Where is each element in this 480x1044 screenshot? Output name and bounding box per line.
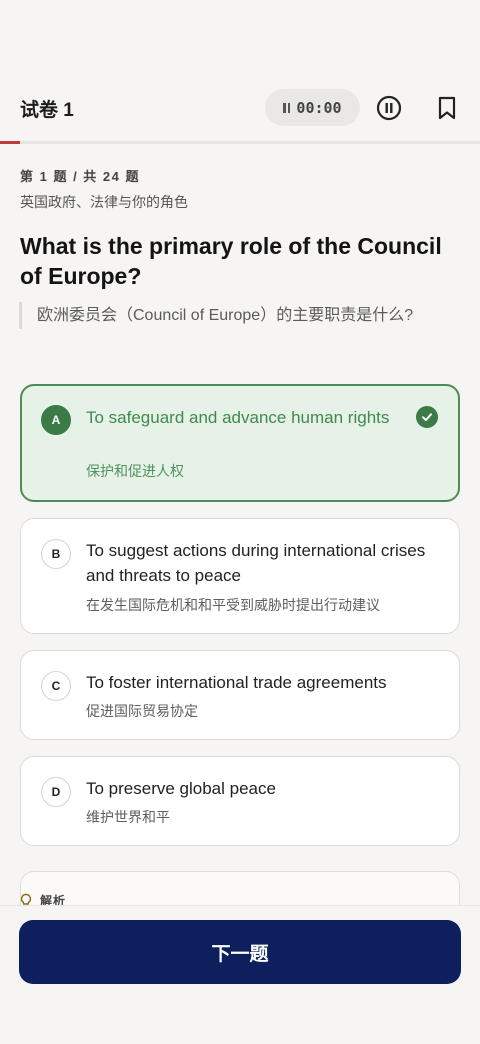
timer-pill[interactable]: 00:00 <box>265 89 360 126</box>
question-category: 英国政府、法律与你的角色 <box>20 194 188 210</box>
question-translation: 欧洲委员会（Council of Europe）的主要职责是什么? <box>19 302 459 329</box>
option-text: To safeguard and advance human rights <box>86 408 390 427</box>
option-translation: 在发生国际危机和和平受到威胁时提出行动建议 <box>86 597 380 613</box>
timer-pause-icon <box>283 102 291 113</box>
option-text: To foster international trade agreements <box>86 673 387 692</box>
exam-title: 试卷 1 <box>20 100 74 121</box>
check-icon <box>416 406 438 428</box>
option-a[interactable]: A To safeguard and advance human rights … <box>20 384 460 502</box>
bookmark-icon <box>438 96 456 120</box>
option-d[interactable]: D To preserve global peace 维护世界和平 <box>20 756 460 846</box>
option-text: To preserve global peace <box>86 779 276 798</box>
pause-button[interactable] <box>372 91 406 125</box>
option-letter: D <box>41 777 71 807</box>
option-translation: 保护和促进人权 <box>86 463 184 479</box>
question-text: What is the primary role of the Council … <box>20 233 442 289</box>
option-letter: B <box>41 539 71 569</box>
option-text: To suggest actions during international … <box>86 541 426 585</box>
progress-fill <box>0 141 21 144</box>
question-counter: 第 1 题 / 共 24 题 <box>20 169 140 184</box>
option-translation: 维护世界和平 <box>86 809 170 825</box>
timer-text: 00:00 <box>296 98 342 117</box>
option-letter: A <box>41 405 71 435</box>
option-c[interactable]: C To foster international trade agreemen… <box>20 650 460 740</box>
progress-bar <box>0 141 480 144</box>
option-b[interactable]: B To suggest actions during internationa… <box>20 518 460 634</box>
top-bar: 试卷 1 00:00 <box>0 0 480 144</box>
pause-circle-icon <box>376 95 402 121</box>
next-question-button[interactable]: 下一题 <box>19 920 461 984</box>
option-translation: 促进国际贸易协定 <box>86 703 198 719</box>
bookmark-button[interactable] <box>430 91 464 125</box>
option-letter: C <box>41 671 71 701</box>
